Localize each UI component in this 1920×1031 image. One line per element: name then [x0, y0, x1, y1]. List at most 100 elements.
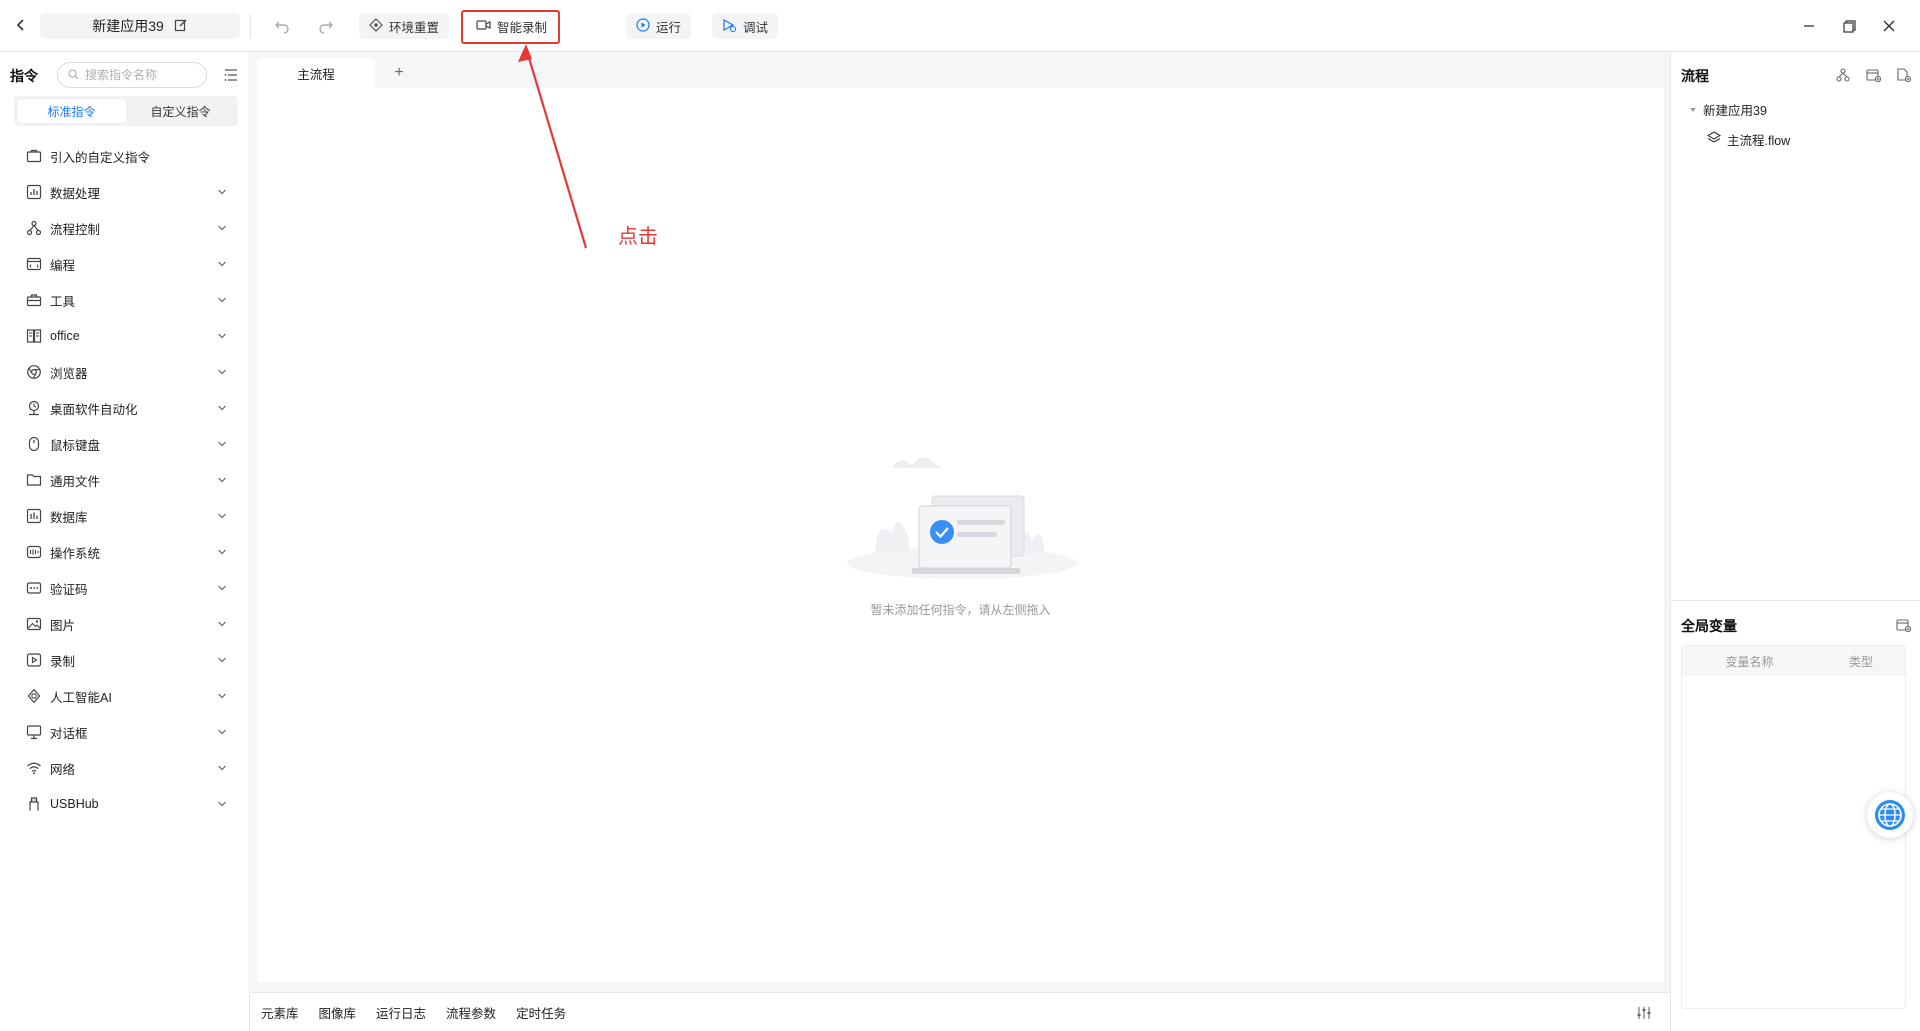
chevron-down-icon[interactable] [216, 294, 228, 306]
chevron-down-icon[interactable] [216, 510, 228, 522]
tab-main-flow[interactable]: 主流程 [257, 58, 375, 88]
sidebar-category[interactable]: 鼠标键盘 [0, 426, 250, 462]
chevron-down-icon[interactable] [216, 330, 228, 342]
sidebar-category[interactable]: 通用文件 [0, 462, 250, 498]
empty-state-illustration [847, 457, 1077, 579]
toolbox-icon [26, 292, 42, 308]
chevron-down-icon[interactable] [216, 474, 228, 486]
sidebar-category[interactable]: 数据库 [0, 498, 250, 534]
app-title-box[interactable]: 新建应用39 [40, 13, 240, 39]
run-button[interactable]: 运行 [626, 13, 692, 39]
code-icon [26, 256, 42, 272]
back-arrow-icon[interactable] [10, 14, 32, 36]
empty-state-text: 暂未添加任何指令，请从左侧拖入 [870, 603, 1051, 617]
search-icon [68, 68, 79, 83]
bottom-tab-element-library[interactable]: 元素库 [261, 1003, 299, 1022]
image-icon [26, 616, 42, 632]
chevron-down-icon[interactable] [216, 438, 228, 450]
chevron-down-icon[interactable] [216, 582, 228, 594]
sidebar-category[interactable]: 网络 [0, 750, 250, 786]
bottom-tab-image-library[interactable]: 图像库 [319, 1003, 357, 1022]
bottom-bar: 元素库 图像库 运行日志 流程参数 定时任务 [251, 992, 1670, 1031]
sidebar-category-label: 通用文件 [50, 474, 101, 489]
add-module-icon[interactable] [1864, 66, 1882, 84]
add-file-icon[interactable] [1894, 66, 1912, 84]
flow-tree-root[interactable]: 新建应用39 [1689, 100, 1767, 119]
monitor-icon [26, 724, 42, 740]
chevron-down-icon[interactable] [216, 762, 228, 774]
top-bar: 新建应用39 环境重置 智能录制 运行 调试 [0, 0, 1920, 52]
chevron-down-icon[interactable] [216, 690, 228, 702]
sidebar-category[interactable]: 对话框 [0, 714, 250, 750]
sidebar-category[interactable]: 引入的自定义指令 [0, 138, 250, 174]
sidebar-category[interactable]: 操作系统 [0, 534, 250, 570]
os-icon [26, 544, 42, 560]
sidebar-category[interactable]: 录制 [0, 642, 250, 678]
chevron-down-icon[interactable] [216, 258, 228, 270]
panel-toggle-icon[interactable] [1636, 1005, 1652, 1021]
bottom-tab-scheduled-tasks[interactable]: 定时任务 [516, 1003, 566, 1022]
add-variable-icon[interactable] [1894, 616, 1912, 634]
column-variable-type: 类型 [1848, 654, 1873, 669]
sidebar-category-label: USBHub [50, 797, 99, 811]
chevron-down-icon[interactable] [216, 726, 228, 738]
add-subflow-icon[interactable] [1834, 66, 1852, 84]
annotation-label: 点击 [618, 226, 658, 248]
sidebar-category[interactable]: 浏览器 [0, 354, 250, 390]
chevron-down-icon[interactable] [216, 798, 228, 810]
bottom-tab-flow-params[interactable]: 流程参数 [446, 1003, 496, 1022]
annotation-highlight-box [461, 10, 560, 44]
redo-icon[interactable] [314, 14, 338, 38]
sidebar-category-label: 浏览器 [50, 366, 88, 381]
database-icon [26, 508, 42, 524]
flow-tree-item[interactable]: 主流程.flow [1706, 130, 1790, 149]
chevron-down-icon[interactable] [216, 654, 228, 666]
sidebar-category-label: 图片 [50, 618, 76, 633]
global-vars-title: 全局变量 [1681, 618, 1737, 634]
sidebar-category[interactable]: 编程 [0, 246, 250, 282]
edit-icon[interactable] [174, 18, 188, 35]
sidebar-category[interactable]: 人工智能AI [0, 678, 250, 714]
add-tab-button[interactable]: + [385, 58, 413, 88]
sidebar-category[interactable]: 工具 [0, 282, 250, 318]
collapse-caret-icon[interactable] [1689, 103, 1697, 117]
instruction-type-tabs: 标准指令 自定义指令 [14, 96, 238, 126]
bottom-tab-run-log[interactable]: 运行日志 [376, 1003, 426, 1022]
sidebar-category[interactable]: office [0, 318, 250, 354]
tab-custom-instructions[interactable]: 自定义指令 [126, 99, 235, 123]
search-input[interactable] [85, 68, 195, 82]
flow-canvas[interactable]: 暂未添加任何指令，请从左侧拖入 [257, 88, 1664, 982]
sidebar-category-label: 对话框 [50, 726, 88, 741]
layers-icon [1706, 131, 1722, 148]
tab-standard-instructions[interactable]: 标准指令 [17, 99, 126, 123]
sidebar-category[interactable]: USBHub [0, 786, 250, 822]
chevron-down-icon[interactable] [216, 366, 228, 378]
chevron-down-icon[interactable] [216, 402, 228, 414]
restore-icon[interactable] [1837, 14, 1861, 38]
floating-globe-button[interactable] [1867, 792, 1913, 838]
chevron-down-icon[interactable] [216, 186, 228, 198]
chevron-down-icon[interactable] [216, 222, 228, 234]
sidebar-category[interactable]: 图片 [0, 606, 250, 642]
chevron-down-icon[interactable] [216, 546, 228, 558]
sidebar-category-label: 人工智能AI [50, 690, 112, 705]
close-icon[interactable] [1877, 14, 1901, 38]
undo-icon[interactable] [270, 14, 294, 38]
minimize-icon[interactable] [1797, 14, 1821, 38]
sidebar-category-label: 网络 [50, 762, 76, 777]
column-variable-name: 变量名称 [1725, 654, 1774, 669]
chevron-down-icon[interactable] [216, 618, 228, 630]
wifi-icon [26, 760, 42, 776]
sidebar-category[interactable]: 数据处理 [0, 174, 250, 210]
list-menu-icon[interactable] [222, 66, 240, 84]
sidebar-category[interactable]: 验证码 [0, 570, 250, 606]
app-title: 新建应用39 [92, 18, 164, 34]
search-box[interactable] [57, 62, 207, 88]
sidebar-category[interactable]: 流程控制 [0, 210, 250, 246]
sidebar-category[interactable]: 桌面软件自动化 [0, 390, 250, 426]
desktop-automation-icon [26, 400, 42, 416]
flow-panel-actions [1834, 66, 1912, 84]
sidebar-title: 指令 [10, 68, 38, 84]
debug-button[interactable]: 调试 [712, 13, 779, 39]
reset-env-button[interactable]: 环境重置 [359, 13, 450, 39]
